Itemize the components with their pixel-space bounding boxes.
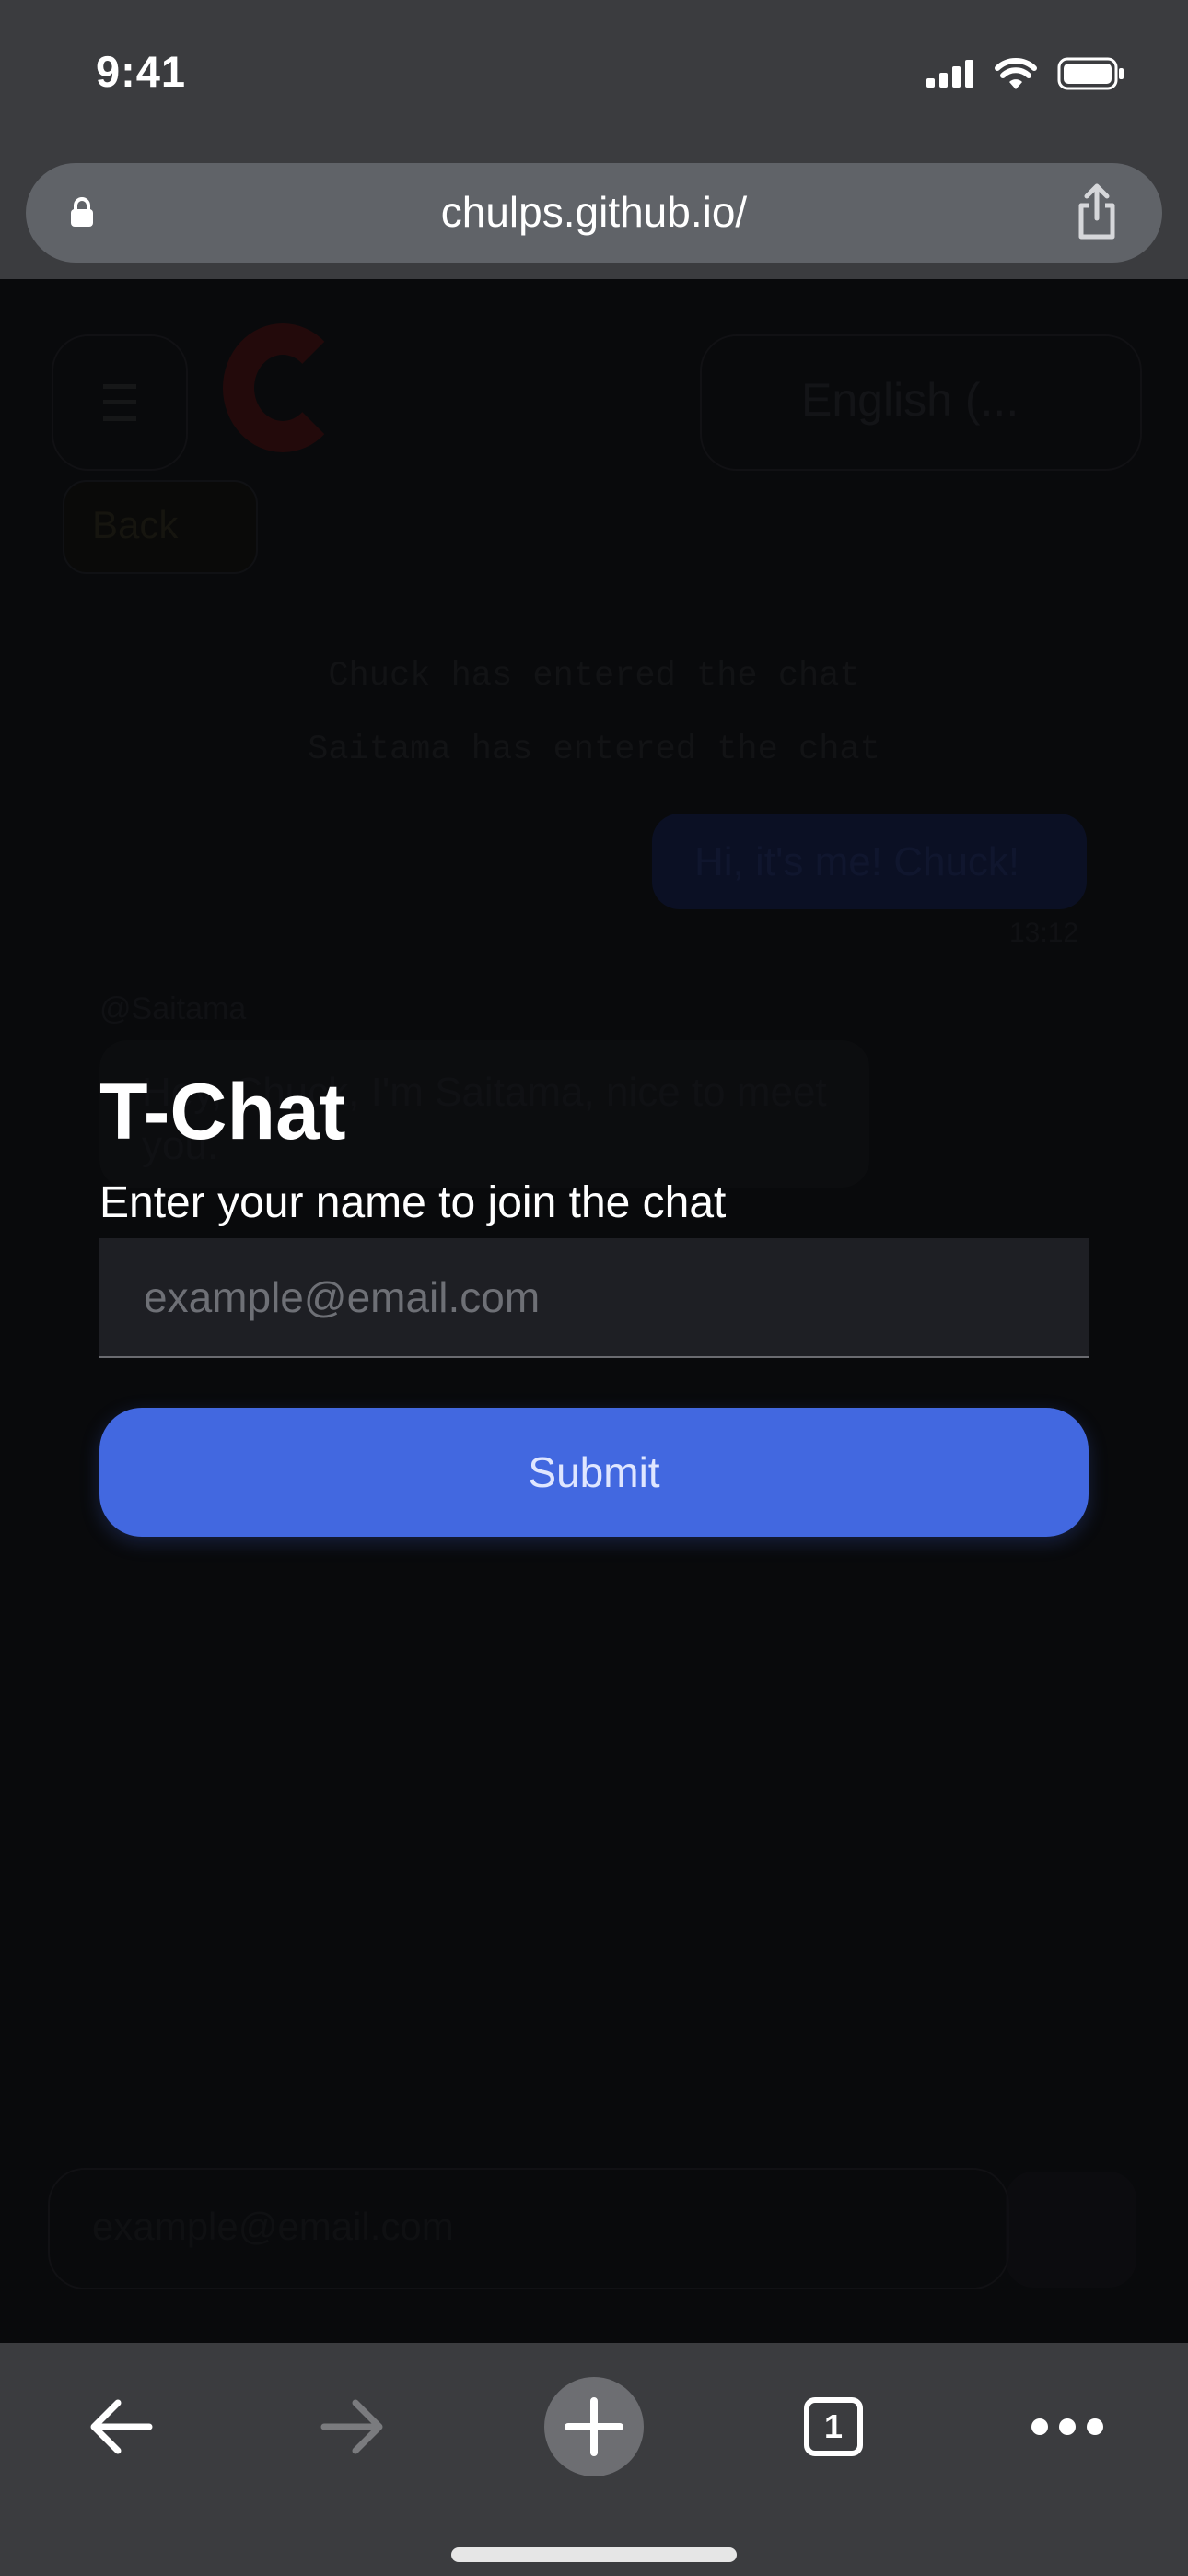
url-text: chulps.github.io/ [440, 188, 748, 236]
tab-count: 1 [823, 2407, 844, 2445]
message-username: @Saitama [99, 991, 247, 1026]
back-label: Back [92, 503, 179, 546]
arrow-right-icon [320, 2399, 383, 2454]
browser-top-bar: 9:41 chulps.github.io/ [0, 0, 1188, 279]
modal-subtitle: Enter your name to join the chat [99, 1178, 727, 1227]
address-bar[interactable]: chulps.github.io/ [26, 163, 1162, 263]
own-message-bubble: Hi, it's me! Chuck! [652, 814, 1087, 909]
system-message: Chuck has entered the chat [328, 657, 860, 696]
app-logo [223, 323, 343, 452]
modal-title: T-Chat [99, 1068, 346, 1156]
back-nav-button[interactable] [61, 2367, 181, 2487]
browser-bottom-toolbar: 1 [0, 2343, 1188, 2576]
forward-nav-button[interactable] [293, 2367, 413, 2487]
home-indicator [451, 2547, 737, 2562]
new-tab-button[interactable] [534, 2367, 654, 2487]
tab-count-icon: 1 [804, 2397, 863, 2456]
submit-button[interactable]: Submit [99, 1408, 1089, 1537]
status-time: 9:41 [96, 47, 187, 96]
system-message: Saitama has entered the chat [308, 731, 880, 769]
language-label: English (... [801, 374, 1019, 426]
send-button [1006, 2172, 1136, 2288]
plus-icon [544, 2377, 644, 2476]
share-icon[interactable] [1074, 183, 1120, 240]
more-dots-icon [1031, 2418, 1103, 2435]
more-menu-button[interactable] [1007, 2367, 1127, 2487]
message-input-placeholder: example@email.com [92, 2205, 454, 2248]
tabs-button[interactable]: 1 [774, 2367, 893, 2487]
own-message-text: Hi, it's me! Chuck! [694, 839, 1020, 884]
hamburger-icon [103, 384, 136, 421]
arrow-left-icon [90, 2399, 153, 2454]
status-icons [926, 57, 1125, 90]
signal-icon [926, 60, 973, 88]
message-time: 13:12 [1009, 918, 1079, 948]
battery-icon [1057, 57, 1124, 90]
wifi-icon [995, 58, 1037, 89]
name-input[interactable] [99, 1238, 1089, 1358]
